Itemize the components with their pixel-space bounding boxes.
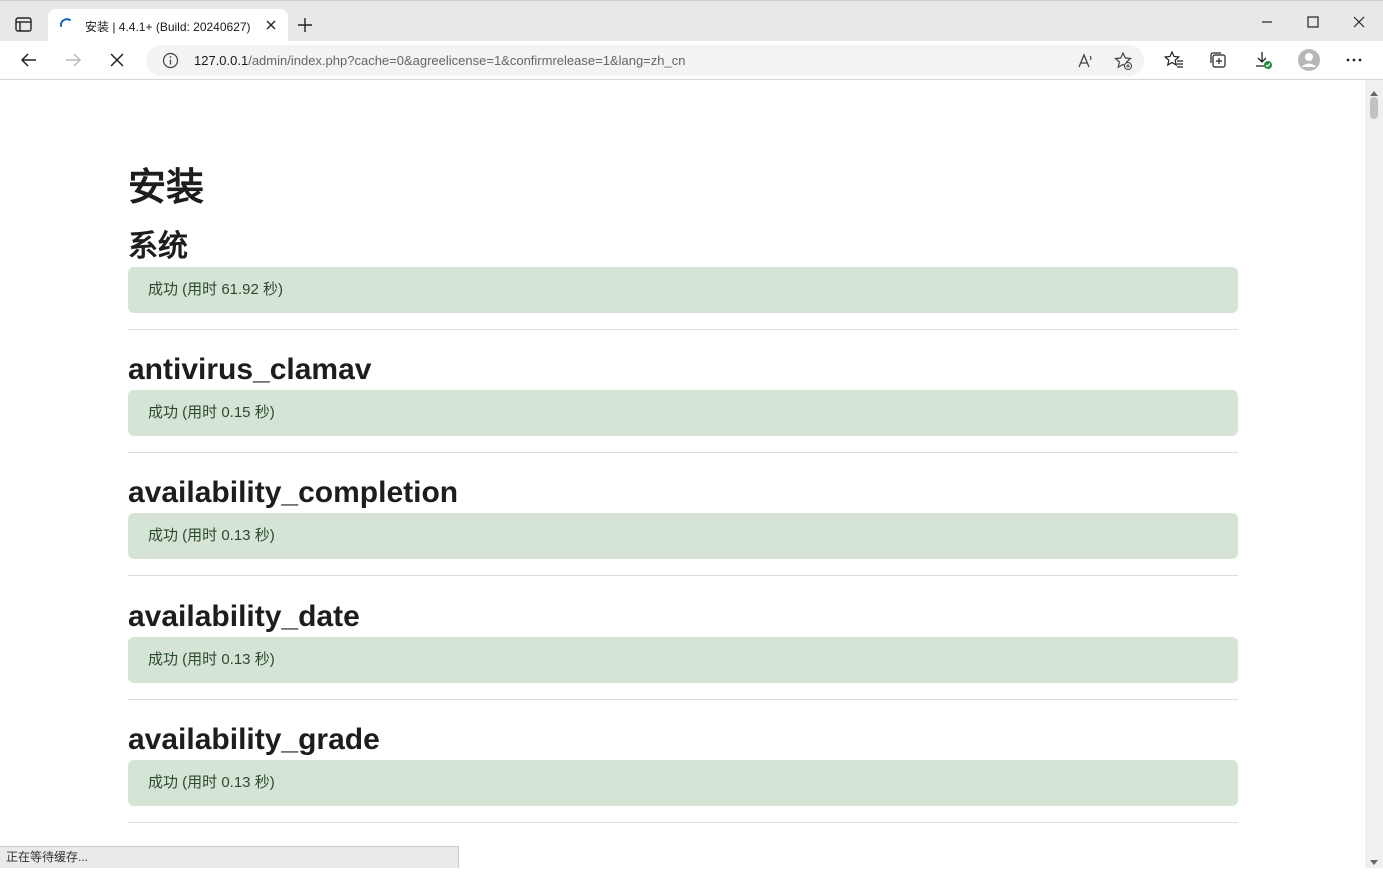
- collections-icon[interactable]: [1208, 50, 1228, 70]
- minimize-icon[interactable]: [1258, 13, 1276, 31]
- browser-toolbar: 127.0.0.1/admin/index.php?cache=0&agreel…: [0, 41, 1383, 80]
- forward-arrow-icon: [63, 50, 83, 70]
- loading-spinner-icon: [58, 17, 74, 33]
- maximize-icon[interactable]: [1304, 13, 1322, 31]
- page-viewport: 安装 系统 成功 (用时 61.92 秒) antivirus_clamav 成…: [0, 80, 1365, 868]
- close-window-icon[interactable]: [1350, 13, 1368, 31]
- section-divider: [128, 329, 1238, 330]
- favorites-icon[interactable]: [1163, 50, 1184, 70]
- success-alert: 成功 (用时 0.13 秒): [128, 760, 1238, 806]
- install-section-availability-grade: availability_grade 成功 (用时 0.13 秒): [128, 720, 1238, 823]
- tab-title: 安装 | 4.4.1+ (Build: 20240627): [85, 20, 251, 34]
- browser-title-bar: 安装 | 4.4.1+ (Build: 20240627): [0, 0, 1383, 42]
- downloads-icon[interactable]: [1253, 50, 1273, 70]
- section-divider: [128, 699, 1238, 700]
- section-heading: antivirus_clamav: [128, 353, 372, 386]
- section-divider: [128, 452, 1238, 453]
- url-host: 127.0.0.1: [194, 53, 249, 68]
- site-info-icon[interactable]: [162, 52, 179, 69]
- close-tab-icon[interactable]: [264, 18, 278, 32]
- install-section-availability-completion: availability_completion 成功 (用时 0.13 秒): [128, 473, 1238, 576]
- address-bar[interactable]: 127.0.0.1/admin/index.php?cache=0&agreel…: [146, 45, 1144, 76]
- stop-loading-icon[interactable]: [107, 50, 127, 70]
- section-heading: availability_completion: [128, 476, 459, 509]
- tab-actions-icon[interactable]: [14, 15, 34, 35]
- section-divider: [128, 822, 1238, 823]
- tab-active[interactable]: 安装 | 4.4.1+ (Build: 20240627): [48, 9, 288, 42]
- success-alert: 成功 (用时 0.13 秒): [128, 513, 1238, 559]
- scroll-up-arrow-icon[interactable]: [1369, 84, 1379, 96]
- url-text[interactable]: 127.0.0.1/admin/index.php?cache=0&agreel…: [194, 53, 685, 68]
- scrollbar-thumb[interactable]: [1370, 97, 1378, 119]
- profile-avatar-icon[interactable]: [1297, 48, 1321, 72]
- page-title: 安装: [128, 167, 205, 209]
- scroll-down-arrow-icon[interactable]: [1369, 854, 1379, 865]
- add-favorite-icon[interactable]: [1113, 51, 1133, 71]
- status-bar: 正在等待缓存...: [0, 846, 459, 868]
- section-divider: [128, 575, 1238, 576]
- success-alert: 成功 (用时 0.13 秒): [128, 637, 1238, 683]
- section-heading: availability_grade: [128, 723, 380, 756]
- url-path: /admin/index.php?cache=0&agreelicense=1&…: [248, 53, 686, 68]
- more-menu-icon[interactable]: [1344, 50, 1364, 70]
- success-alert: 成功 (用时 61.92 秒): [128, 267, 1238, 313]
- section-heading: availability_date: [128, 600, 360, 633]
- section-heading: 系统: [128, 230, 188, 263]
- new-tab-icon[interactable]: [296, 16, 314, 34]
- install-section-antivirus-clamav: antivirus_clamav 成功 (用时 0.15 秒): [128, 350, 1238, 453]
- success-alert: 成功 (用时 0.15 秒): [128, 390, 1238, 436]
- install-section-availability-date: availability_date 成功 (用时 0.13 秒): [128, 597, 1238, 700]
- read-aloud-icon[interactable]: [1076, 51, 1096, 71]
- install-section-system: 系统 成功 (用时 61.92 秒): [128, 227, 1238, 330]
- vertical-scrollbar[interactable]: [1365, 80, 1383, 868]
- back-arrow-icon[interactable]: [19, 50, 39, 70]
